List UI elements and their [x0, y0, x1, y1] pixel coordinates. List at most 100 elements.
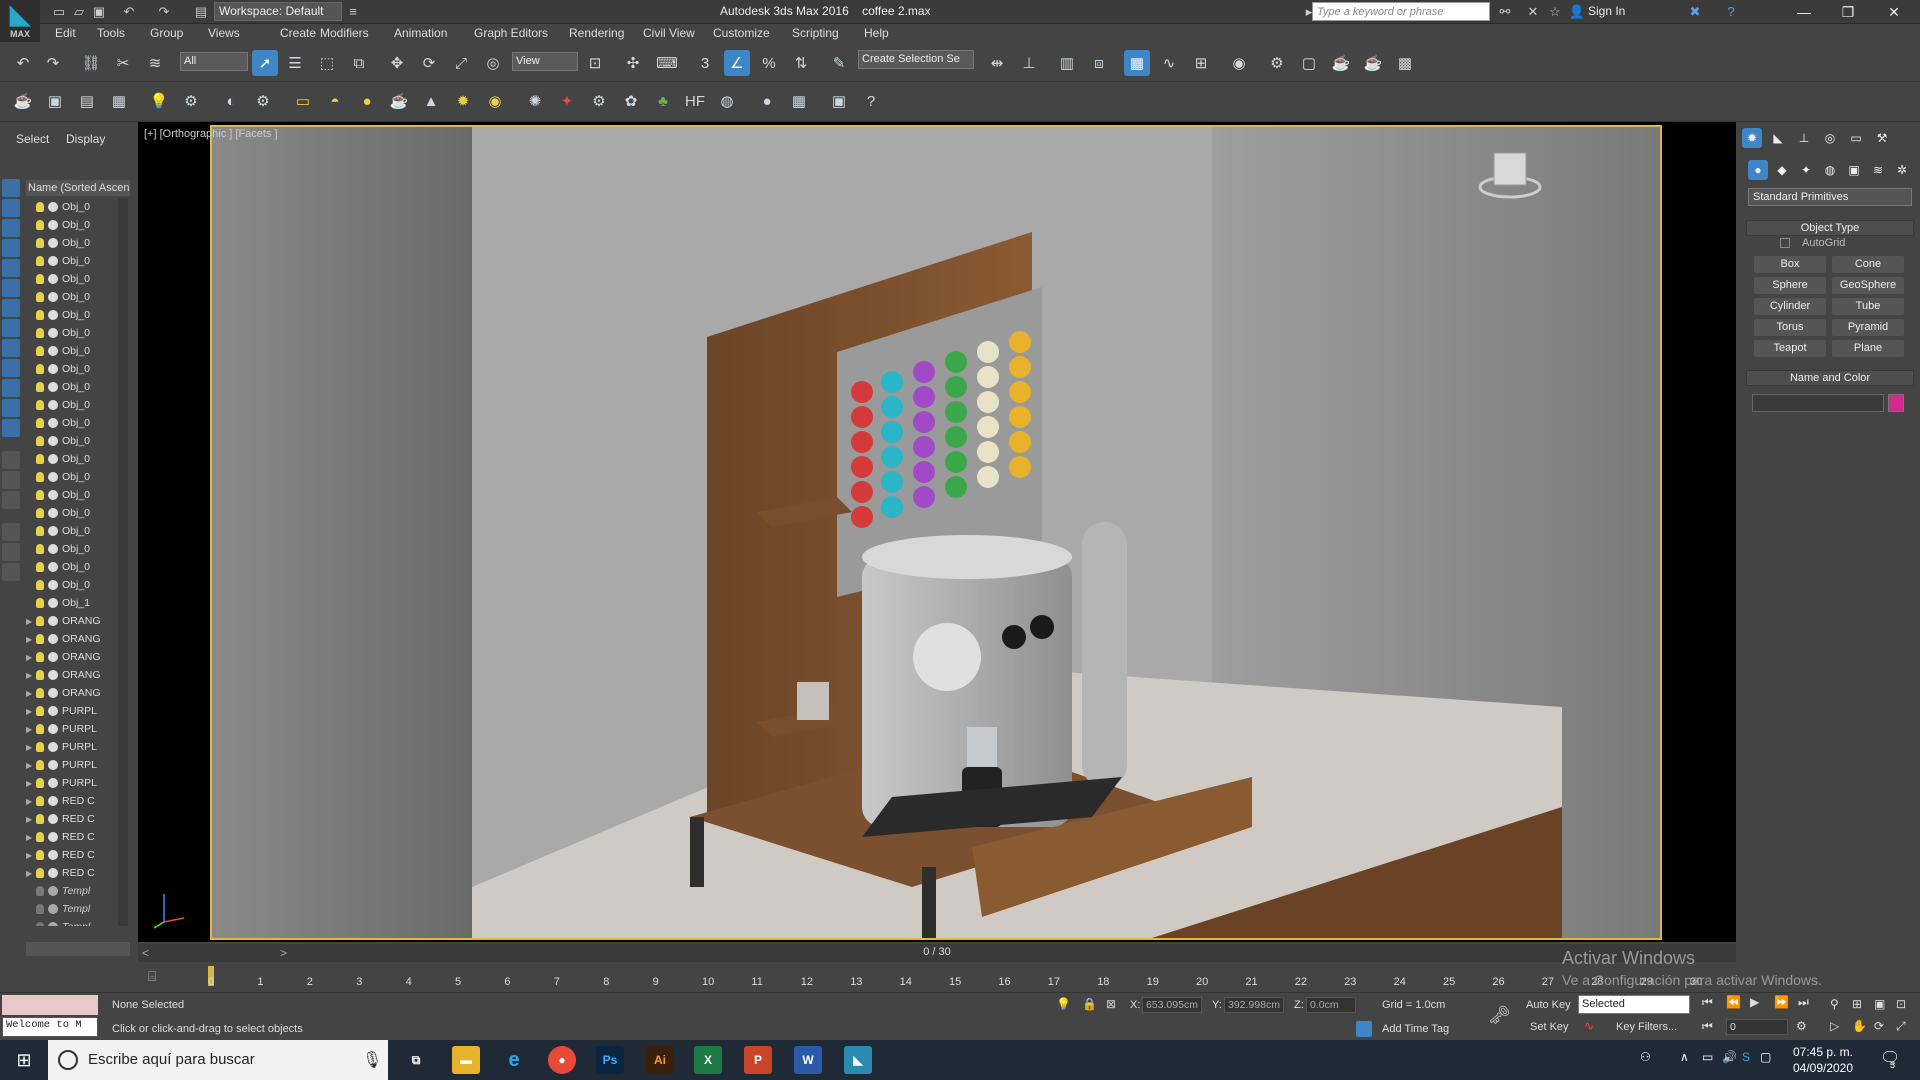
torus-button[interactable]: Torus	[1754, 319, 1826, 336]
lightbulb-icon[interactable]	[36, 814, 44, 824]
set-key-button[interactable]: Set Key	[1530, 1021, 1569, 1033]
add-time-tag-button[interactable]: Add Time Tag	[1382, 1023, 1449, 1035]
time-tag-icon[interactable]	[1356, 1021, 1372, 1037]
schematic-view-icon[interactable]: ⊞	[1188, 50, 1214, 76]
percent-snap-icon[interactable]: %	[756, 50, 782, 76]
lightbulb-icon[interactable]	[36, 220, 44, 230]
layer-manager-icon[interactable]: ⧈	[1086, 50, 1112, 76]
zoom-extents-all-icon[interactable]: ⊡	[1896, 997, 1906, 1011]
favorites-star-icon[interactable]: ☆	[1546, 3, 1564, 21]
group-list-item[interactable]: ▶ ORANG	[26, 612, 118, 630]
template-list-item[interactable]: Templ	[26, 900, 118, 918]
skype-icon[interactable]: S	[1742, 1050, 1750, 1064]
excel-icon[interactable]: X	[694, 1046, 722, 1074]
goto-start-icon[interactable]: ⏮	[1702, 995, 1713, 1010]
object-list-scrollbar[interactable]	[118, 198, 128, 926]
cylinder-button[interactable]: Cylinder	[1754, 298, 1826, 315]
group-list-item[interactable]: ▶ RED C	[26, 810, 118, 828]
object-list-item[interactable]: Obj_0	[26, 270, 118, 288]
x-coordinate-field[interactable]: 653.095cm	[1142, 997, 1202, 1013]
lightbulb-icon[interactable]	[36, 346, 44, 356]
group-list-item[interactable]: ▶ RED C	[26, 828, 118, 846]
key-mode-dropdown[interactable]: Selected	[1578, 995, 1690, 1014]
microphone-icon[interactable]: 🎙	[362, 1050, 382, 1070]
sun-light-icon[interactable]: ✹	[450, 88, 476, 114]
viewport-label[interactable]: [+] [Orthographic ] [Facets ]	[144, 128, 278, 140]
file-explorer-icon[interactable]: ▬	[452, 1046, 480, 1074]
group-list-item[interactable]: ▶ RED C	[26, 864, 118, 882]
lightbulb-icon[interactable]	[36, 904, 44, 914]
save-icon[interactable]: ▣	[90, 3, 108, 21]
expand-arrow-icon[interactable]: ▶	[26, 707, 36, 716]
lightbulb-icon[interactable]	[36, 886, 44, 896]
object-list-item[interactable]: Obj_0	[26, 198, 118, 216]
menu-views[interactable]: Views	[208, 26, 240, 40]
autogrid-checkbox[interactable]	[1780, 238, 1790, 248]
object-list-item[interactable]: Obj_0	[26, 486, 118, 504]
visibility-icon[interactable]	[48, 274, 58, 284]
maxscript-mini-listener[interactable]: Welcome to M	[2, 1017, 98, 1037]
plane-primitive-icon[interactable]: ▭	[290, 88, 316, 114]
object-list-item[interactable]: Obj_0	[26, 414, 118, 432]
select-manipulate-icon[interactable]: ✣	[620, 50, 646, 76]
user-icon[interactable]: 👤	[1568, 3, 1586, 21]
word-icon[interactable]: W	[794, 1046, 822, 1074]
selection-filter-dropdown[interactable]: All	[180, 52, 248, 71]
object-type-rollout[interactable]: Object Type	[1746, 220, 1914, 236]
prev-key-icon[interactable]: ⏪	[1726, 995, 1741, 1009]
object-list-item[interactable]: Obj_0	[26, 540, 118, 558]
object-list-item[interactable]: Obj_0	[26, 324, 118, 342]
visibility-icon[interactable]	[48, 310, 58, 320]
time-configuration-icon[interactable]: ⚙	[1796, 1019, 1807, 1033]
hierarchy-tab-icon[interactable]: ⊥	[1794, 128, 1814, 148]
pan-icon[interactable]: ✋	[1852, 1019, 1867, 1033]
visibility-icon[interactable]	[48, 400, 58, 410]
lightbulb-icon[interactable]	[36, 454, 44, 464]
minimize-button[interactable]: —	[1782, 0, 1826, 24]
plane-button[interactable]: Plane	[1832, 340, 1904, 357]
object-list-item[interactable]: Obj_0	[26, 342, 118, 360]
group-list-item[interactable]: ▶ PURPL	[26, 774, 118, 792]
play-icon[interactable]: ▶	[1750, 995, 1759, 1009]
render-production-icon[interactable]: ☕	[1328, 50, 1354, 76]
quick-access-menu-icon[interactable]: ≡	[344, 3, 362, 21]
key-mode-toggle-icon[interactable]: ⏮	[1702, 1019, 1713, 1034]
display-xrefs-icon[interactable]	[2, 359, 20, 377]
object-list-item[interactable]: Obj_0	[26, 288, 118, 306]
select-none-icon[interactable]	[2, 471, 20, 489]
visibility-icon[interactable]	[48, 436, 58, 446]
menu-graph-editors[interactable]: Graph Editors	[474, 26, 548, 40]
help-circle-icon[interactable]: ?	[858, 88, 884, 114]
object-list-hscrollbar[interactable]	[26, 942, 130, 956]
zoom-all-icon[interactable]: ⊞	[1852, 997, 1862, 1011]
batch-render-icon[interactable]: ▣	[826, 88, 852, 114]
move-icon[interactable]: ✥	[384, 50, 410, 76]
show-hidden-icons-icon[interactable]: ∧	[1680, 1050, 1689, 1064]
lightbulb-icon[interactable]	[36, 796, 44, 806]
compositor-link-icon[interactable]: ▦	[106, 88, 132, 114]
lightbulb-icon[interactable]	[36, 202, 44, 212]
expand-arrow-icon[interactable]: ▶	[26, 653, 36, 662]
lightbulb-icon[interactable]	[36, 760, 44, 770]
viewport-orthographic[interactable]: [+] [Orthographic ] [Facets ]	[138, 122, 1736, 947]
lightbulb-icon[interactable]	[36, 670, 44, 680]
visibility-icon[interactable]	[48, 418, 58, 428]
select-place-icon[interactable]: ◎	[480, 50, 506, 76]
workspace-dropdown[interactable]: Workspace: Default	[214, 2, 342, 21]
expand-arrow-icon[interactable]: ▶	[26, 779, 36, 788]
curve-editor-icon[interactable]: ∿	[1156, 50, 1182, 76]
snaps-toggle-icon[interactable]: 3	[692, 50, 718, 76]
geosphere-button[interactable]: GeoSphere	[1832, 277, 1904, 294]
maxscript-listener-pink[interactable]	[2, 995, 98, 1015]
name-and-color-rollout[interactable]: Name and Color	[1746, 370, 1914, 386]
named-selection-sets-dropdown[interactable]: Create Selection Se	[858, 50, 974, 69]
next-key-icon[interactable]: ⏩	[1774, 995, 1789, 1009]
lightbulb-icon[interactable]	[36, 526, 44, 536]
mesh-icon[interactable]: ✺	[522, 88, 548, 114]
project-folder-icon[interactable]: ▤	[192, 3, 210, 21]
dynamics-icon[interactable]: ✦	[554, 88, 580, 114]
visibility-icon[interactable]	[48, 346, 58, 356]
track-bar[interactable]: ⌸ 0 1 2 3 4 5 6 7 8 9 10 11 12 13 14 15 16 17 18 19 20 21 22 23…	[138, 964, 1736, 992]
display-bones-icon[interactable]	[2, 379, 20, 397]
zoom-extents-icon[interactable]: ▣	[1874, 997, 1885, 1011]
